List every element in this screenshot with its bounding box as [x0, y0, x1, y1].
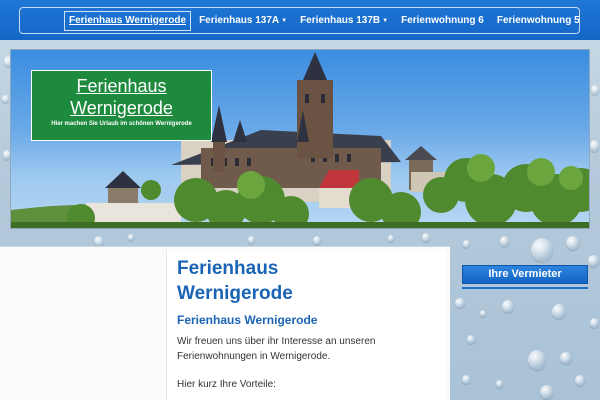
advantages-intro: Hier kurz Ihre Vorteile: [177, 379, 276, 390]
header-banner: Ferienhaus Wernigerode Hier machen Sie U… [10, 49, 590, 229]
nav-item-label: Ferienhaus 137A [199, 14, 280, 26]
nav-item-ferienhaus-137a[interactable]: Ferienhaus 137A ▼ [194, 11, 292, 31]
logo-title-line1: Ferienhaus [76, 76, 167, 96]
chevron-down-icon: ▼ [281, 17, 288, 24]
nav-item-label: Ferienwohnung 6 [401, 14, 484, 26]
nav-item-label: Ferienhaus 137B [300, 14, 381, 26]
logo-tagline: Hier machen Sie Urlaub im schönen Wernig… [51, 121, 192, 127]
top-navigation-bar: Ferienhaus Wernigerode Ferienhaus 137A ▼… [0, 0, 600, 40]
ihre-vermieter-button[interactable]: Ihre Vermieter [462, 265, 588, 284]
article: Ferienhaus Wernigerode Ferienhaus Wernig… [166, 250, 446, 400]
main-menu: Ferienhaus Wernigerode Ferienhaus 137A ▼… [19, 7, 580, 34]
logo-title-line2: Wernigerode [70, 98, 173, 118]
nav-item-ferienwohnung-6[interactable]: Ferienwohnung 6 [396, 11, 489, 31]
page-title-line1: Ferienhaus [177, 258, 279, 279]
nav-item-ferienhaus-137b[interactable]: Ferienhaus 137B ▼ [295, 11, 393, 31]
nav-item-ferienwohnung-5[interactable]: Ferienwohnung 5 [492, 11, 585, 31]
sidebar-divider [462, 287, 588, 289]
site-logo[interactable]: Ferienhaus Wernigerode Hier machen Sie U… [31, 70, 212, 141]
nav-item-label: Ferienhaus Wernigerode [69, 14, 187, 26]
nav-item-label: Ferienwohnung 5 [496, 14, 580, 26]
page-title-line2: Wernigerode [177, 283, 293, 304]
chevron-down-icon: ▼ [382, 17, 389, 24]
section-heading: Ferienhaus Wernigerode [177, 313, 318, 327]
nav-item-ferienhaus-wernigerode[interactable]: Ferienhaus Wernigerode [64, 10, 192, 31]
intro-paragraph: Wir freuen uns über ihr Interesse an uns… [177, 336, 376, 362]
